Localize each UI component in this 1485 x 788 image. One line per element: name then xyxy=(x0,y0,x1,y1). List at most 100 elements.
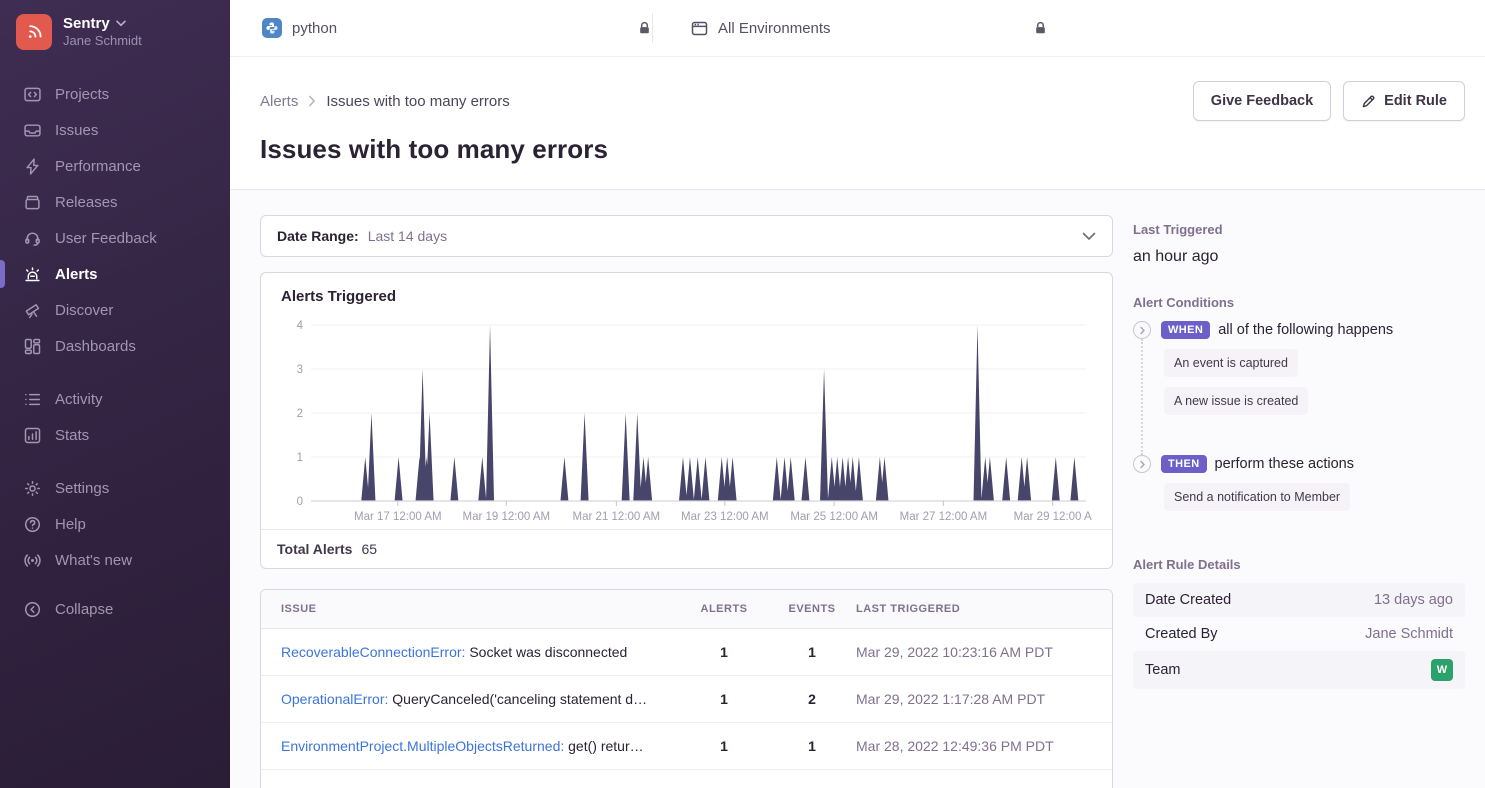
issue-link[interactable]: OperationalError: xyxy=(281,691,388,707)
sidebar-item-label: Activity xyxy=(55,391,103,408)
stats-icon xyxy=(23,426,41,444)
sidebar-item-help[interactable]: Help xyxy=(0,506,230,542)
org-switcher[interactable]: Sentry Jane Schmidt xyxy=(0,14,230,50)
sidebar-item-releases[interactable]: Releases xyxy=(0,184,230,220)
sidebar-item-performance[interactable]: Performance xyxy=(0,148,230,184)
events-count: 2 xyxy=(768,691,856,707)
lock-icon[interactable] xyxy=(1033,20,1048,36)
date-range-selector[interactable]: Date Range: Last 14 days xyxy=(260,215,1113,257)
alerts-chart-card: Alerts Triggered 01234Mar 17 12:00 AMMar… xyxy=(260,272,1113,569)
last-triggered-value: an hour ago xyxy=(1133,248,1465,266)
last-triggered-time: Mar 28, 2022 12:49:36 PM PDT xyxy=(856,738,1092,754)
sidebar-item-label: Performance xyxy=(55,158,141,175)
svg-text:Mar 23 12:00 AM: Mar 23 12:00 AM xyxy=(681,511,769,523)
breadcrumb-alerts-link[interactable]: Alerts xyxy=(260,93,298,110)
table-row: OperationalError: QueryCanceled('canceli… xyxy=(261,676,1112,723)
detail-label: Date Created xyxy=(1145,592,1231,608)
column-events: EVENTS xyxy=(768,603,856,615)
give-feedback-button[interactable]: Give Feedback xyxy=(1193,81,1331,121)
issue-detail: get() retur… xyxy=(564,738,643,754)
sidebar-item-issues[interactable]: Issues xyxy=(0,112,230,148)
sidebar-item-stats[interactable]: Stats xyxy=(0,417,230,453)
lock-icon[interactable] xyxy=(637,20,652,36)
when-condition-items: An event is captured A new issue is crea… xyxy=(1141,339,1465,455)
circle-chevron-icon[interactable] xyxy=(1133,321,1151,339)
column-alerts: ALERTS xyxy=(680,603,768,615)
total-alerts-value: 65 xyxy=(361,541,377,557)
gear-icon xyxy=(23,479,41,497)
breadcrumb: Alerts Issues with too many errors xyxy=(260,93,510,110)
sidebar-nav: Projects Issues Performance Releases Use… xyxy=(0,76,230,638)
sidebar-collapse-button[interactable]: Collapse xyxy=(0,594,230,630)
sidebar-item-label: Stats xyxy=(55,427,89,444)
issue-link[interactable]: EnvironmentProject.MultipleObjectsReturn… xyxy=(281,738,564,754)
environment-icon xyxy=(691,20,708,37)
svg-text:2: 2 xyxy=(297,408,303,420)
svg-text:Mar 27 12:00 AM: Mar 27 12:00 AM xyxy=(900,511,988,523)
projects-icon xyxy=(23,85,41,103)
sidebar-item-label: Discover xyxy=(55,302,113,319)
environment-selector[interactable]: All Environments xyxy=(653,20,1048,37)
then-condition-row: THEN perform these actions xyxy=(1133,455,1465,473)
condition-chip: A new issue is created xyxy=(1164,387,1308,415)
dashboards-icon xyxy=(23,337,41,355)
sidebar-item-label: What's new xyxy=(55,552,132,569)
svg-text:Mar 29 12:00 A: Mar 29 12:00 A xyxy=(1014,511,1092,523)
date-range-value: Last 14 days xyxy=(368,228,447,244)
detail-value: 13 days ago xyxy=(1374,592,1453,608)
detail-row: Created By Jane Schmidt xyxy=(1133,617,1465,651)
issues-icon xyxy=(23,121,41,139)
details-panel: Last Triggered an hour ago Alert Conditi… xyxy=(1133,215,1465,788)
issue-detail: QueryCanceled('canceling statement d… xyxy=(388,691,647,707)
detail-label: Created By xyxy=(1145,626,1218,642)
environment-name: All Environments xyxy=(718,20,831,37)
alerts-count: 1 xyxy=(680,644,768,660)
chart-title: Alerts Triggered xyxy=(281,288,1092,305)
sidebar-item-projects[interactable]: Projects xyxy=(0,76,230,112)
sidebar-item-user-feedback[interactable]: User Feedback xyxy=(0,220,230,256)
sidebar-item-activity[interactable]: Activity xyxy=(0,381,230,417)
sidebar-item-discover[interactable]: Discover xyxy=(0,292,230,328)
sidebar-item-label: Collapse xyxy=(55,601,113,618)
table-row: EnvironmentProject.MultipleObjectsReturn… xyxy=(261,723,1112,770)
team-avatar-badge[interactable]: W xyxy=(1431,659,1453,681)
chevron-right-icon xyxy=(308,95,316,107)
sidebar-item-label: Help xyxy=(55,516,86,533)
project-name: python xyxy=(292,20,337,37)
svg-text:1: 1 xyxy=(297,452,303,464)
edit-rule-button[interactable]: Edit Rule xyxy=(1343,81,1465,121)
performance-icon xyxy=(23,157,41,175)
alert-rule-details-table: Date Created 13 days ago Created By Jane… xyxy=(1133,583,1465,689)
project-selector[interactable]: python xyxy=(262,18,652,38)
svg-text:Mar 21 12:00 AM: Mar 21 12:00 AM xyxy=(573,511,661,523)
sidebar-item-dashboards[interactable]: Dashboards xyxy=(0,328,230,364)
sidebar-item-settings[interactable]: Settings xyxy=(0,470,230,506)
give-feedback-label: Give Feedback xyxy=(1211,93,1313,109)
sidebar-item-label: Projects xyxy=(55,86,109,103)
topbar: python All Environments xyxy=(230,0,1485,57)
total-alerts-row: Total Alerts 65 xyxy=(261,529,1112,568)
svg-text:Mar 17 12:00 AM: Mar 17 12:00 AM xyxy=(354,511,442,523)
sidebar: Sentry Jane Schmidt Projects Issues Perf… xyxy=(0,0,230,788)
circle-chevron-icon[interactable] xyxy=(1133,455,1151,473)
edit-rule-label: Edit Rule xyxy=(1384,93,1447,109)
python-project-icon xyxy=(262,18,282,38)
sidebar-item-alerts[interactable]: Alerts xyxy=(0,256,230,292)
total-alerts-label: Total Alerts xyxy=(277,541,352,557)
sidebar-item-label: Issues xyxy=(55,122,98,139)
user-feedback-icon xyxy=(23,229,41,247)
alert-rule-details-label: Alert Rule Details xyxy=(1133,557,1465,572)
date-range-label: Date Range: xyxy=(277,228,359,244)
help-icon xyxy=(23,515,41,533)
alerts-triggered-chart: 01234Mar 17 12:00 AMMar 19 12:00 AMMar 2… xyxy=(281,311,1092,527)
issue-link[interactable]: RecoverableConnectionError: xyxy=(281,644,465,660)
alert-conditions-label: Alert Conditions xyxy=(1133,295,1465,310)
last-triggered-label: Last Triggered xyxy=(1133,222,1465,237)
when-condition-row: WHEN all of the following happens xyxy=(1133,321,1465,339)
sidebar-item-whats-new[interactable]: What's new xyxy=(0,542,230,578)
user-name: Jane Schmidt xyxy=(63,33,142,49)
breadcrumb-current: Issues with too many errors xyxy=(326,93,509,110)
activity-icon xyxy=(23,390,41,408)
table-row: RecoverableConnectionError: Socket was d… xyxy=(261,629,1112,676)
alerts-icon xyxy=(23,265,41,283)
